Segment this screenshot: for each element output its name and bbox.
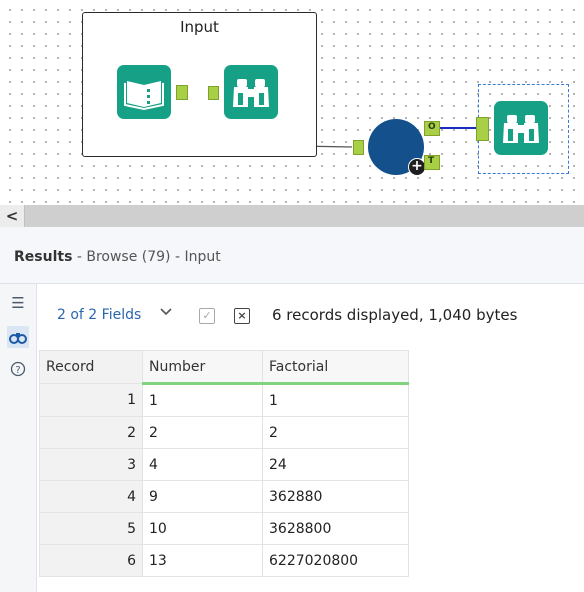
input-data-tool[interactable] <box>117 65 171 119</box>
svg-text:?: ? <box>15 365 20 376</box>
anchor-label-t: T <box>428 156 435 166</box>
binoculars-icon <box>233 79 269 107</box>
record-cell: 1 <box>39 383 143 417</box>
binoculars-mini-icon <box>9 333 27 344</box>
number-cell[interactable]: 13 <box>142 544 263 577</box>
table-row[interactable]: 4 9 362880 <box>39 480 409 513</box>
number-cell[interactable]: 4 <box>142 448 263 481</box>
scroll-left-button[interactable]: < <box>0 205 25 227</box>
number-cell[interactable]: 2 <box>142 416 263 449</box>
column-header-factorial[interactable]: Factorial <box>262 350 409 385</box>
results-table-area: Record Number Factorial 1 1 1 2 2 2 3 4 … <box>37 348 584 592</box>
select-all-checkbox-icon[interactable]: ✓ <box>199 308 215 324</box>
record-cell: 6 <box>39 544 143 577</box>
chevron-svg <box>160 308 172 316</box>
table-row[interactable]: 2 2 2 <box>39 416 409 449</box>
column-header-record[interactable]: Record <box>39 350 143 384</box>
fields-selector[interactable]: 2 of 2 Fields <box>57 307 141 323</box>
factorial-cell[interactable]: 2 <box>262 416 409 449</box>
results-subtitle: - Browse (79) - Input <box>72 249 221 265</box>
record-cell: 4 <box>39 480 143 513</box>
clear-icon[interactable]: × <box>234 308 250 324</box>
anchor-label-o: O <box>428 122 436 132</box>
record-cell: 5 <box>39 512 143 545</box>
factorial-cell[interactable]: 1 <box>262 383 409 417</box>
factorial-cell[interactable]: 3628800 <box>262 512 409 545</box>
formula-input-anchor[interactable] <box>353 140 364 155</box>
help-icon[interactable]: ? <box>7 358 29 380</box>
list-icon[interactable]: ☰ <box>7 292 29 314</box>
results-label: Results <box>14 249 73 265</box>
results-header: Results - Browse (79) - Input <box>0 227 584 284</box>
binoculars-icon <box>503 115 539 143</box>
table-row[interactable]: 5 10 3628800 <box>39 512 409 545</box>
factorial-cell[interactable]: 362880 <box>262 480 409 513</box>
browse-tool[interactable] <box>224 65 278 119</box>
input-output-anchor[interactable] <box>176 85 188 100</box>
output-o-anchor[interactable]: O <box>424 121 440 136</box>
table-header-row: Record Number Factorial <box>39 350 409 385</box>
number-cell[interactable]: 10 <box>142 512 263 545</box>
book-icon <box>124 81 164 111</box>
number-cell[interactable]: 9 <box>142 480 263 513</box>
results-title: Results - Browse (79) - Input <box>14 249 221 265</box>
browse-tool-selected[interactable] <box>494 101 548 155</box>
horizontal-scrollbar[interactable]: < <box>0 205 584 227</box>
workflow-canvas[interactable]: Input + O T <box>0 0 584 205</box>
factorial-cell[interactable]: 24 <box>262 448 409 481</box>
table-row[interactable]: 6 13 6227020800 <box>39 544 409 577</box>
results-toolbar: 2 of 2 Fields ✓ × 6 records displayed, 1… <box>37 284 584 349</box>
output-t-anchor[interactable]: T <box>424 155 440 170</box>
table-row[interactable]: 3 4 24 <box>39 448 409 481</box>
records-info: 6 records displayed, 1,040 bytes <box>272 306 518 324</box>
table-row[interactable]: 1 1 1 <box>39 383 409 417</box>
browse2-input-anchor[interactable] <box>476 117 489 141</box>
results-table: Record Number Factorial 1 1 1 2 2 2 3 4 … <box>39 350 409 577</box>
results-side-rail: ☰ ? <box>0 284 37 592</box>
chevron-down-icon[interactable] <box>159 306 173 321</box>
factorial-cell[interactable]: 6227020800 <box>262 544 409 577</box>
record-cell: 3 <box>39 448 143 481</box>
column-header-number[interactable]: Number <box>142 350 263 385</box>
browse-input-anchor[interactable] <box>208 86 219 100</box>
number-cell[interactable]: 1 <box>142 383 263 417</box>
record-cell: 2 <box>39 416 143 449</box>
container-title: Input <box>180 18 219 36</box>
binoculars-view-icon[interactable] <box>7 326 29 348</box>
question-circle-icon: ? <box>10 361 26 377</box>
